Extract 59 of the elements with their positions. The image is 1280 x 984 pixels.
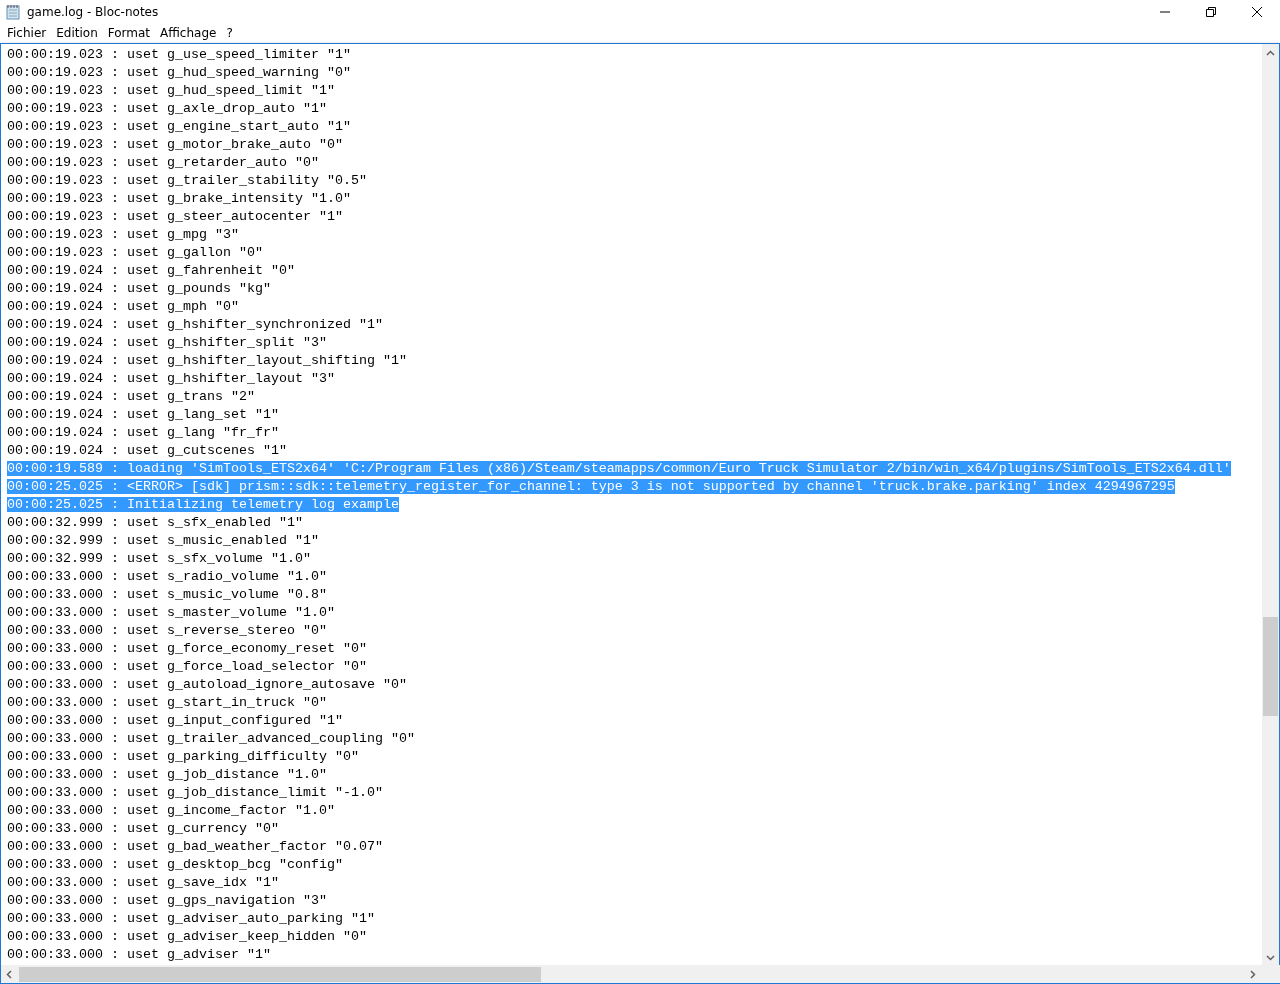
log-line: 00:00:19.024 : uset g_mph "0" (7, 299, 239, 314)
log-line: 00:00:19.024 : uset g_lang_set "1" (7, 407, 279, 422)
log-line: 00:00:19.024 : uset g_hshifter_layout_shifting "1" (7, 353, 407, 368)
log-line: 00:00:33.000 : uset g_job_distance "1.0" (7, 767, 327, 782)
log-line: 00:00:19.023 : uset g_hud_speed_limit "1" (7, 83, 335, 98)
log-line: 00:00:33.000 : uset g_job_distance_limit "-1.0" (7, 785, 383, 800)
log-line: 00:00:33.000 : uset g_trailer_advanced_coupling "0" (7, 731, 415, 746)
log-line: 00:00:33.000 : uset s_music_volume "0.8" (7, 587, 327, 602)
log-line: 00:00:19.023 : uset g_gallon "0" (7, 245, 263, 260)
log-line: 00:00:19.023 : uset g_brake_intensity "1.0" (7, 191, 351, 206)
log-line: 00:00:32.999 : uset s_sfx_enabled "1" (7, 515, 303, 530)
log-line: 00:00:33.000 : uset s_master_volume "1.0" (7, 605, 335, 620)
menu-item[interactable]: ? (221, 25, 238, 40)
log-line: 00:00:33.000 : uset g_save_idx "1" (7, 875, 279, 890)
log-line: 00:00:33.000 : uset g_desktop_bcg "config" (7, 857, 343, 872)
log-line: 00:00:19.024 : uset g_hshifter_split "3" (7, 335, 327, 350)
scroll-thumb[interactable] (1263, 617, 1278, 716)
log-line: 00:00:19.023 : uset g_use_speed_limiter "1" (7, 47, 351, 62)
log-line: 00:00:33.000 : uset g_adviser_keep_hidden "0" (7, 929, 367, 944)
log-line: 00:00:19.024 : uset g_trans "2" (7, 389, 255, 404)
menu-item[interactable]: Fichier (2, 25, 52, 40)
log-line: 00:00:19.024 : uset g_lang "fr_fr" (7, 425, 279, 440)
log-line: 00:00:19.024 : uset g_fahrenheit "0" (7, 263, 295, 278)
log-line: 00:00:19.024 : uset g_hshifter_synchronized "1" (7, 317, 383, 332)
menu-item[interactable]: Format (102, 25, 156, 40)
log-line: 00:00:33.000 : uset g_adviser "1" (7, 947, 271, 962)
log-line: 00:00:19.023 : uset g_motor_brake_auto "0" (7, 137, 343, 152)
log-line: 00:00:19.023 : uset g_axle_drop_auto "1" (7, 101, 327, 116)
notepad-icon (6, 3, 20, 20)
log-line: 00:00:19.024 : uset g_cutscenes "1" (7, 443, 287, 458)
log-line: 00:00:19.023 : uset g_steer_autocenter "1" (7, 209, 343, 224)
log-line: 00:00:33.000 : uset g_input_configured "1" (7, 713, 343, 728)
log-line: 00:00:19.024 : uset g_hshifter_layout "3" (7, 371, 335, 386)
log-line: 00:00:33.000 : uset g_income_factor "1.0" (7, 803, 335, 818)
vertical-scrollbar[interactable] (1262, 44, 1279, 965)
log-line: 00:00:19.023 : uset g_engine_start_auto "1" (7, 119, 351, 134)
log-line: 00:00:19.024 : uset g_pounds "kg" (7, 281, 271, 296)
log-line: 00:00:33.000 : uset g_adviser_auto_parking "1" (7, 911, 375, 926)
log-line: 00:00:19.023 : uset g_trailer_stability "0.5" (7, 173, 367, 188)
horizontal-scrollbar[interactable] (0, 965, 1280, 984)
log-line: 00:00:33.000 : uset s_reverse_stereo "0" (7, 623, 327, 638)
scroll-thumb[interactable] (19, 966, 541, 982)
log-line: 00:00:32.999 : uset s_music_enabled "1" (7, 533, 319, 548)
log-line: 00:00:32.999 : uset s_sfx_volume "1.0" (7, 551, 311, 566)
log-line: 00:00:33.000 : uset g_autoload_ignore_autosave "0" (7, 677, 407, 692)
log-line: 00:00:19.023 : uset g_hud_speed_warning "0" (7, 65, 351, 80)
menu-item[interactable]: Affichage (155, 25, 222, 40)
log-line: 00:00:33.000 : uset g_gps_navigation "3" (7, 893, 327, 908)
log-line: 00:00:33.000 : uset g_currency "0" (7, 821, 279, 836)
log-line: 00:00:19.023 : uset g_mpg "3" (7, 227, 239, 242)
log-line: 00:00:33.000 : uset g_start_in_truck "0" (7, 695, 327, 710)
log-line: 00:00:33.000 : uset g_force_economy_reset "0" (7, 641, 367, 656)
window-title: game.log - Bloc-notes (27, 4, 159, 19)
log-line: 00:00:33.000 : uset g_bad_weather_factor "0.07" (7, 839, 383, 854)
log-line: 00:00:33.000 : uset g_parking_difficulty "0" (7, 749, 359, 764)
log-line: 00:00:33.000 : uset s_radio_volume "1.0" (7, 569, 327, 584)
log-line: 00:00:19.023 : uset g_retarder_auto "0" (7, 155, 319, 170)
menu-item[interactable]: Edition (51, 25, 103, 40)
log-line: 00:00:33.000 : uset g_force_load_selector "0" (7, 659, 367, 674)
